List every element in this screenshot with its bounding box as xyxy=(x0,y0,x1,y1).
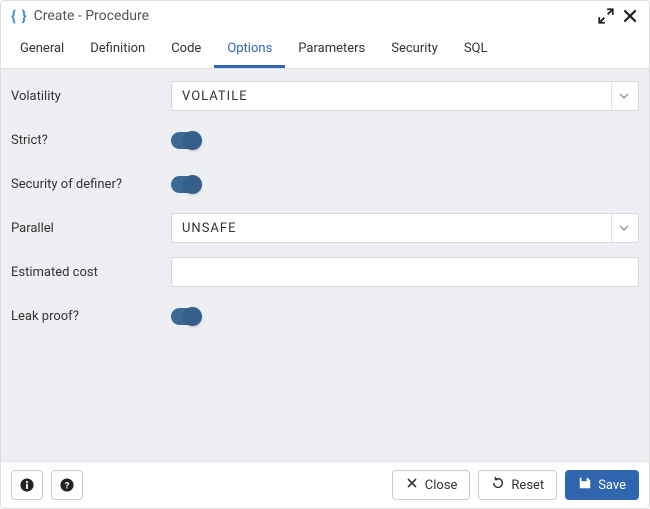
tab-definition[interactable]: Definition xyxy=(77,31,158,68)
close-icon[interactable] xyxy=(621,7,639,25)
security-row: Security of definer? xyxy=(11,169,639,199)
maximize-icon[interactable] xyxy=(597,7,615,25)
volatility-label: Volatility xyxy=(11,89,171,104)
options-panel: Volatility VOLATILE Strict? Security of … xyxy=(1,69,649,461)
close-x-icon xyxy=(405,476,419,494)
procedure-icon: { } xyxy=(11,7,28,25)
tab-sql[interactable]: SQL xyxy=(451,31,501,68)
parallel-select[interactable]: UNSAFE xyxy=(171,213,639,243)
titlebar: { } Create - Procedure xyxy=(1,1,649,31)
parallel-label: Parallel xyxy=(11,221,171,236)
security-label: Security of definer? xyxy=(11,177,171,192)
save-button[interactable]: Save xyxy=(565,470,639,500)
cost-input[interactable] xyxy=(182,258,630,286)
footer: ? Close Reset Save xyxy=(1,461,649,508)
save-icon xyxy=(578,476,592,494)
parallel-value: UNSAFE xyxy=(182,221,609,236)
tabs: General Definition Code Options Paramete… xyxy=(1,31,649,69)
cost-label: Estimated cost xyxy=(11,265,171,280)
reset-button-label: Reset xyxy=(511,478,544,493)
chevron-down-icon xyxy=(618,222,630,234)
strict-row: Strict? xyxy=(11,125,639,155)
info-button[interactable] xyxy=(11,470,43,500)
reset-button[interactable]: Reset xyxy=(478,470,557,500)
volatility-row: Volatility VOLATILE xyxy=(11,81,639,111)
parallel-row: Parallel UNSAFE xyxy=(11,213,639,243)
tab-code[interactable]: Code xyxy=(158,31,214,68)
dialog-title: Create - Procedure xyxy=(34,8,149,24)
strict-toggle[interactable] xyxy=(171,132,201,149)
leakproof-label: Leak proof? xyxy=(11,309,171,324)
reset-icon xyxy=(491,476,505,494)
save-button-label: Save xyxy=(598,478,626,493)
tab-parameters[interactable]: Parameters xyxy=(285,31,378,68)
dialog-create-procedure: { } Create - Procedure General Definitio… xyxy=(0,0,650,509)
leakproof-toggle[interactable] xyxy=(171,308,201,325)
strict-label: Strict? xyxy=(11,133,171,148)
leakproof-row: Leak proof? xyxy=(11,301,639,331)
cost-row: Estimated cost xyxy=(11,257,639,287)
svg-text:?: ? xyxy=(65,481,70,492)
tab-options[interactable]: Options xyxy=(214,31,285,68)
volatility-value: VOLATILE xyxy=(182,89,609,104)
security-toggle[interactable] xyxy=(171,176,201,193)
volatility-select[interactable]: VOLATILE xyxy=(171,81,639,111)
close-button-label: Close xyxy=(425,478,458,493)
tab-general[interactable]: General xyxy=(7,31,77,68)
cost-input-wrap xyxy=(171,257,639,287)
tab-security[interactable]: Security xyxy=(378,31,451,68)
close-button[interactable]: Close xyxy=(392,470,471,500)
chevron-down-icon xyxy=(618,90,630,102)
help-button[interactable]: ? xyxy=(51,470,83,500)
